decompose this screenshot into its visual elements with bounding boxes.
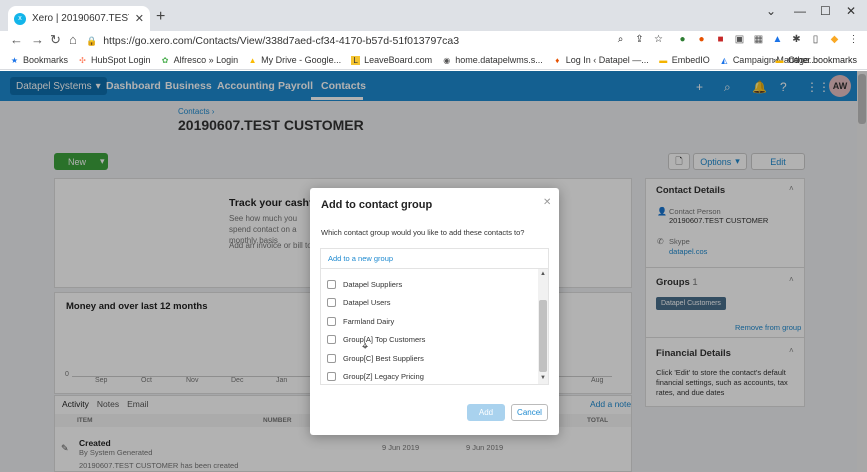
scroll-down-icon[interactable]: ▼ [540, 375, 546, 381]
checkbox[interactable] [327, 317, 336, 326]
chevron-down-icon[interactable]: ⌄ [766, 4, 776, 18]
side-panel-icon[interactable]: ▯ [810, 34, 821, 45]
extension-evernote-icon[interactable]: ● [677, 34, 688, 45]
bookmark-item[interactable]: ✣ HubSpot Login [78, 55, 150, 65]
extension-drive-icon[interactable]: ▲ [772, 34, 783, 45]
browser-menu-icon[interactable]: ⋮ [848, 34, 859, 45]
bookmark-item[interactable]: L LeaveBoard.com [351, 55, 432, 65]
drive-icon: ▲ [248, 55, 257, 65]
forward-icon[interactable]: → [31, 32, 44, 47]
alfresco-icon: ✿ [161, 55, 169, 65]
checkbox[interactable] [327, 354, 336, 363]
folder-icon: ▬ [775, 55, 784, 65]
extension-qr-icon[interactable]: ▦ [753, 34, 764, 45]
extensions-puzzle-icon[interactable]: ✱ [791, 34, 802, 45]
list-item[interactable]: Group[Z] Legacy Pricing [327, 372, 424, 381]
group-list: Datapel Suppliers Datapel Users Farmland… [320, 268, 549, 385]
hubspot-icon: ✣ [79, 55, 86, 65]
star-icon: ★ [10, 55, 19, 65]
bookmark-item[interactable]: ▬ EmbedIO [659, 55, 710, 65]
bookmark-item[interactable]: ◉ home.datapelwms.s... [442, 55, 543, 65]
list-scroll-thumb[interactable] [539, 300, 547, 372]
extension-red-icon[interactable]: ■ [715, 34, 726, 45]
browser-tab[interactable]: x Xero | 20190607.TEST CUSTOMER ✕ [8, 6, 150, 31]
mouse-cursor-icon: ⌖ [362, 341, 369, 353]
lock-icon: 🔒 [86, 35, 98, 46]
extension-orange-icon[interactable]: ● [696, 34, 707, 45]
new-tab-icon[interactable]: + [156, 8, 165, 26]
minimize-icon[interactable]: — [794, 4, 806, 18]
close-icon[interactable]: ✕ [543, 197, 551, 208]
maximize-icon[interactable]: ☐ [820, 4, 831, 18]
campaign-icon: ◭ [721, 55, 728, 65]
add-button[interactable]: Add [467, 404, 505, 421]
bookmarks-bar: ★ Bookmarks ✣ HubSpot Login ✿ Alfresco » Lo… [0, 51, 867, 70]
extension-box-icon[interactable]: ▣ [734, 34, 745, 45]
other-bookmarks[interactable]: ▬ Other bookmarks [775, 55, 857, 65]
close-tab-icon[interactable]: ✕ [135, 12, 144, 25]
url-text: https://go.xero.com/Contacts/View/338d7a… [103, 35, 460, 47]
bookmark-item[interactable]: ▲ My Drive - Google... [248, 55, 342, 65]
cancel-button[interactable]: Cancel [511, 404, 548, 421]
add-new-group-link[interactable]: Add to a new group [320, 248, 549, 268]
modal-question: Which contact group would you like to ad… [321, 228, 525, 237]
zoom-icon[interactable]: ⌕ [615, 34, 626, 45]
datapel-icon: ♦ [555, 55, 560, 65]
modal-title: Add to contact group [321, 199, 433, 211]
address-bar[interactable]: 🔒 https://go.xero.com/Contacts/View/338d… [86, 33, 606, 49]
reload-icon[interactable]: ↻ [50, 32, 61, 48]
share-icon[interactable]: ⇪ [634, 34, 645, 45]
checkbox[interactable] [327, 280, 336, 289]
list-item[interactable]: Group[C] Best Suppliers [327, 354, 424, 363]
checkbox[interactable] [327, 372, 336, 381]
bookmark-item[interactable]: ✿ Alfresco » Login [161, 55, 238, 65]
xero-favicon-icon: x [14, 12, 26, 25]
close-window-icon[interactable]: ✕ [846, 4, 856, 18]
back-icon[interactable]: ← [10, 32, 23, 47]
embedio-icon: ▬ [659, 55, 668, 65]
list-item[interactable]: Farmland Dairy [327, 317, 394, 326]
list-item[interactable]: Datapel Suppliers [327, 280, 402, 289]
checkbox[interactable] [327, 335, 336, 344]
leaveboard-icon: L [351, 55, 361, 65]
home-icon[interactable]: ⌂ [69, 32, 77, 47]
bookmark-item[interactable]: ♦ Log In ‹ Datapel —... [553, 55, 649, 65]
tab-title: Xero | 20190607.TEST CUSTOMER [32, 13, 129, 24]
list-item[interactable]: Group[A] Top Customers [327, 335, 425, 344]
bookmark-star-icon[interactable]: ☆ [653, 34, 664, 45]
scroll-up-icon[interactable]: ▲ [540, 271, 546, 277]
bookmark-item[interactable]: ★ Bookmarks [10, 55, 68, 65]
checkbox[interactable] [327, 298, 336, 307]
globe-icon: ◉ [443, 55, 451, 65]
profile-extension-icon[interactable]: ◆ [829, 34, 840, 45]
list-item[interactable]: Datapel Users [327, 298, 391, 307]
